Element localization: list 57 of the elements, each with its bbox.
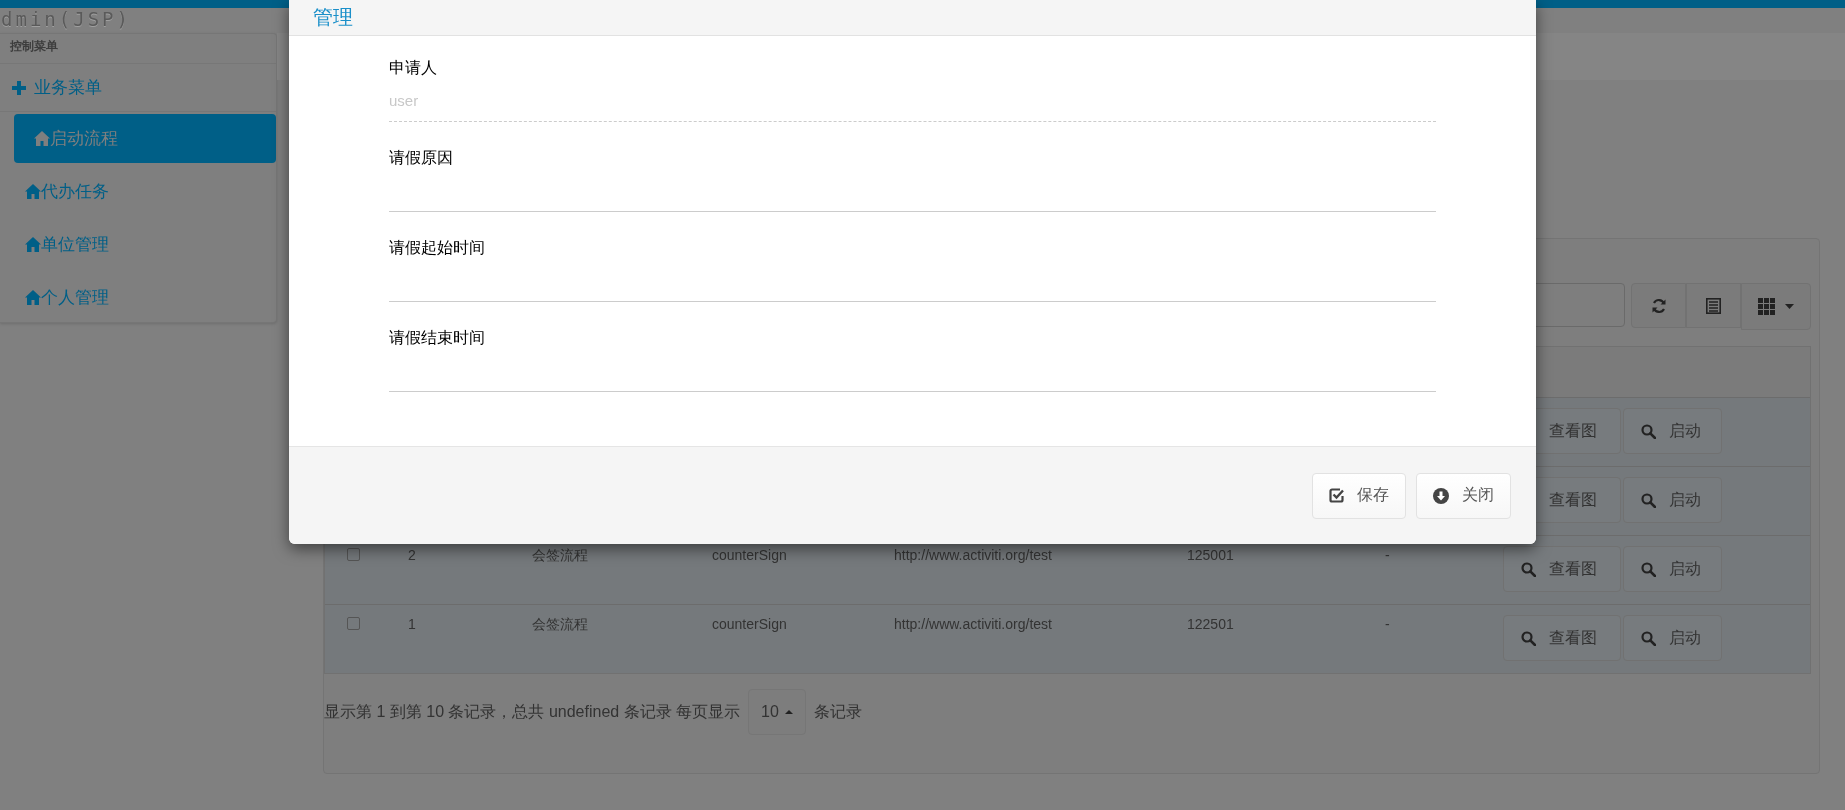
sidebar-item[interactable]: 启动流程 xyxy=(14,114,276,163)
list-view-button[interactable] xyxy=(1686,283,1741,328)
house-icon xyxy=(25,237,41,252)
field-label: 申请人 xyxy=(389,58,438,78)
table-cell: 125001 xyxy=(1187,547,1234,563)
pagination-info: 显示第 1 到第 10 条记录，总共 undefined 条记录 每页显示 xyxy=(324,701,741,722)
close-button[interactable]: 关闭 xyxy=(1416,472,1511,519)
field-label: 请假结束时间 xyxy=(389,328,486,348)
view-diagram-button[interactable]: 查看图 xyxy=(1503,546,1621,592)
table-cell: http://www.activiti.org/test xyxy=(894,547,1052,563)
refresh-button[interactable] xyxy=(1631,283,1686,328)
sidebar-heading: 控制菜单 xyxy=(10,38,58,55)
start-button[interactable]: 启动 xyxy=(1623,477,1722,523)
caret-icon xyxy=(784,710,793,714)
sidebar-item[interactable]: 代办任务 xyxy=(14,167,276,216)
sidebar-item[interactable]: 个人管理 xyxy=(14,273,276,322)
check-square-icon xyxy=(1329,488,1344,503)
table-cell: - xyxy=(1385,616,1390,632)
save-button[interactable]: 保存 xyxy=(1312,472,1406,519)
start-button[interactable]: 启动 xyxy=(1623,408,1722,454)
table-cell: 会签流程 xyxy=(532,547,588,565)
field-label: 请假原因 xyxy=(389,148,454,168)
menu-group[interactable]: 业务菜单 xyxy=(0,64,276,112)
house-icon xyxy=(25,184,41,199)
search-icon xyxy=(1521,561,1536,577)
table-cell: 2 xyxy=(408,547,416,563)
table-cell: 122501 xyxy=(1187,616,1234,632)
row-checkbox[interactable] xyxy=(347,617,360,630)
arrow-circle-down-icon xyxy=(1433,487,1449,504)
start-button[interactable]: 启动 xyxy=(1623,615,1722,661)
list-icon xyxy=(1706,297,1721,314)
house-icon xyxy=(25,290,41,305)
sidebar-item[interactable]: 单位管理 xyxy=(14,220,276,269)
search-icon xyxy=(1641,630,1656,646)
search-icon xyxy=(1641,492,1656,508)
columns-button[interactable] xyxy=(1741,283,1811,330)
table-cell: counterSign xyxy=(712,616,787,632)
start-button[interactable]: 启动 xyxy=(1623,546,1722,592)
view-diagram-button[interactable]: 查看图 xyxy=(1503,615,1621,661)
table-cell: - xyxy=(1385,547,1390,563)
pagination-suffix: 条记录 xyxy=(813,701,862,722)
search-icon xyxy=(1521,630,1536,646)
dialog-title: 管理 xyxy=(313,5,354,29)
page-size-dropdown[interactable]: 10 xyxy=(748,689,806,735)
row-checkbox[interactable] xyxy=(347,548,360,561)
plus-icon xyxy=(12,80,26,95)
refresh-icon xyxy=(1650,297,1667,314)
grid-icon xyxy=(1758,298,1775,315)
table-cell: 会签流程 xyxy=(532,616,588,634)
search-icon xyxy=(1641,561,1656,577)
table-cell: http://www.activiti.org/test xyxy=(894,616,1052,632)
table-cell: 1 xyxy=(408,616,416,632)
house-icon xyxy=(34,131,50,146)
table-cell: counterSign xyxy=(712,547,787,563)
search-icon xyxy=(1641,423,1656,439)
caret-icon xyxy=(1785,304,1794,309)
field-label: 请假起始时间 xyxy=(389,238,486,258)
